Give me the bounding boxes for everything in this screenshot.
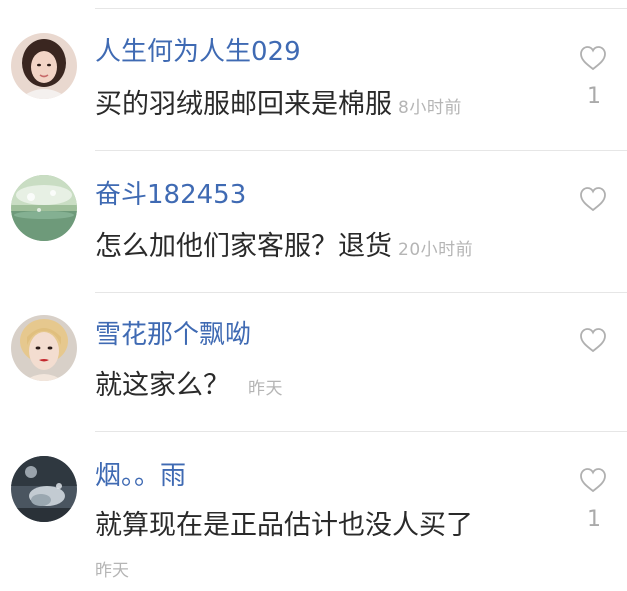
- divider: [95, 292, 627, 293]
- comment-time: 20小时前: [398, 240, 474, 260]
- top-divider: [95, 8, 627, 9]
- avatar[interactable]: [11, 315, 77, 381]
- comment-username[interactable]: 烟。。雨: [95, 460, 186, 492]
- comment-time: 昨天: [248, 379, 283, 399]
- comment-content: 怎么加他们家客服？退货 20小时前: [95, 230, 473, 264]
- comment-time: 昨天: [95, 561, 129, 581]
- divider: [95, 431, 627, 432]
- like-heart-icon[interactable]: [578, 326, 608, 354]
- like-count: 1: [587, 507, 601, 532]
- like-heart-icon[interactable]: [578, 185, 608, 213]
- comment-time: 8小时前: [398, 98, 462, 118]
- comment-content: 买的羽绒服邮回来是棉服 8小时前: [95, 88, 462, 122]
- comment-text: 就算现在是正品估计也没人买了: [95, 510, 473, 541]
- like-heart-icon[interactable]: [578, 44, 608, 72]
- like-count: 1: [587, 84, 601, 109]
- avatar[interactable]: [11, 456, 77, 522]
- comment-content: 就这家么？ 昨天: [95, 369, 283, 403]
- comment-username[interactable]: 人生何为人生029: [95, 36, 301, 68]
- comment-text: 就这家么？: [95, 370, 230, 401]
- divider: [95, 150, 627, 151]
- comment-username[interactable]: 奋斗182453: [95, 179, 246, 211]
- comment-text: 买的羽绒服邮回来是棉服: [95, 89, 392, 120]
- comment-text: 怎么加他们家客服？退货: [95, 231, 392, 262]
- like-heart-icon[interactable]: [578, 466, 608, 494]
- avatar[interactable]: [11, 175, 77, 241]
- avatar[interactable]: [11, 33, 77, 99]
- comment-content: 就算现在是正品估计也没人买了: [95, 509, 473, 543]
- comment-username[interactable]: 雪花那个飘呦: [95, 319, 251, 351]
